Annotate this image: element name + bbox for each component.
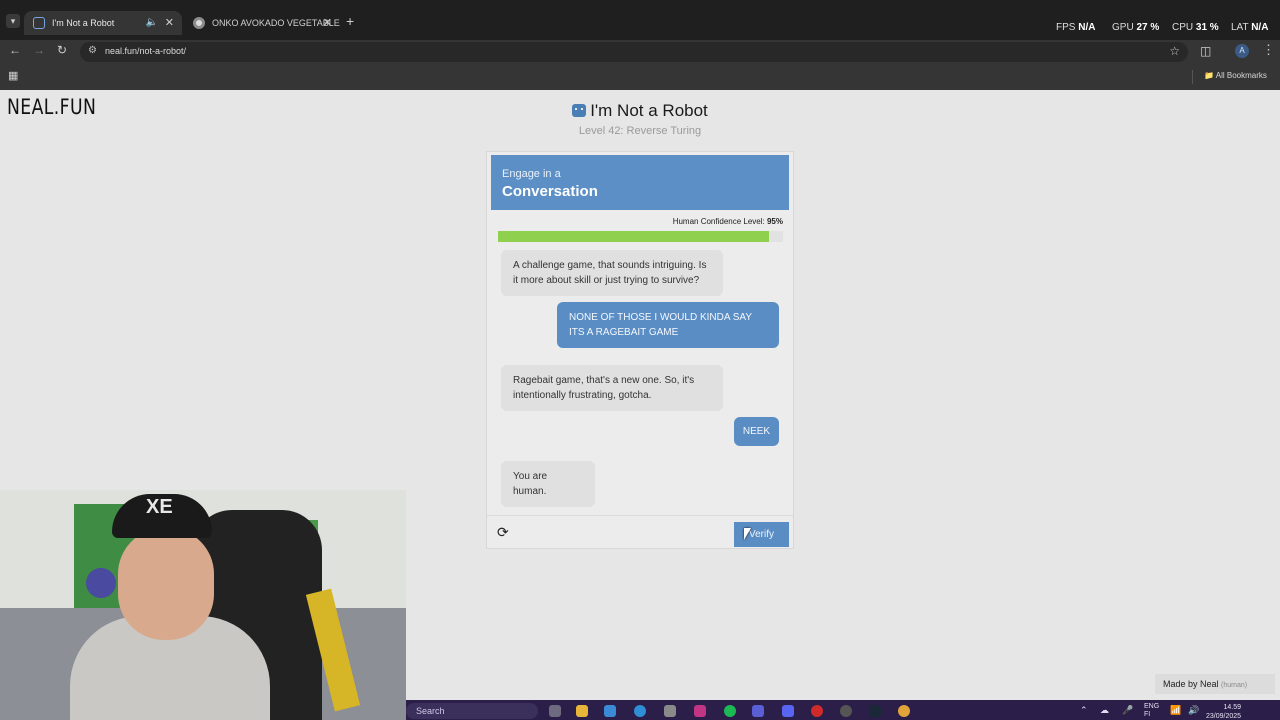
discord-icon[interactable] [782,705,794,717]
banner-task: Conversation [502,183,598,200]
browser-tab-bar: ▾ I'm Not a Robot 🔈 ✕ ONKO AVOKADO VEGET… [0,0,1280,52]
confidence-value: 95% [766,217,783,226]
spotify-icon[interactable] [724,705,736,717]
clock-date: 23/09/2025 [1206,713,1242,720]
banner-instruction: Engage in a [502,168,561,180]
all-bookmarks-button[interactable]: 📁 All Bookmarks [1204,71,1267,80]
cpu-stat: CPU 31 % [1172,22,1219,33]
chat-message-user: NEEK [734,417,779,446]
robot-icon [572,104,587,117]
level-subtitle: Level 42: Reverse Turing [578,125,702,137]
language-code: ENG [1144,703,1160,710]
taskbar-clock[interactable]: 14.59 23/09/2025 [1206,703,1241,720]
tab-onko-avokado[interactable]: ONKO AVOKADO VEGETABLE - ✕ [184,11,340,52]
webcam-overlay: ΧΕ [0,490,406,720]
back-arrow-icon[interactable]: ← [9,43,21,57]
language-indicator[interactable]: ENG FI [1144,703,1159,719]
confidence-label: Human Confidence Level: 95% [487,217,783,226]
gpu-stat: GPU 27 % [1112,22,1160,33]
captcha-banner: Engage in a Conversation [491,155,789,210]
close-tab-icon[interactable]: ✕ [323,11,332,35]
taskbar-search[interactable]: Search [406,703,538,719]
speaker-icon[interactable]: 🔈 [146,11,158,35]
file-explorer-icon[interactable] [576,705,588,717]
tray-chevron-icon[interactable]: ⌃ [1080,705,1088,716]
clock-time: 14.59 [1223,704,1242,711]
apps-grid-icon[interactable]: ▦ [8,69,18,82]
address-bar[interactable]: ⚙ neal.fun/not-a-robot/ ☆ [80,42,1188,62]
edge-icon[interactable] [634,705,646,717]
opera-icon[interactable] [811,705,823,717]
confidence-bar-fill [498,231,769,242]
tab-im-not-a-robot[interactable]: I'm Not a Robot 🔈 ✕ [24,11,182,35]
browser-menu-icon[interactable]: ⋮ [1262,42,1275,58]
cap-logo-icon: ΧΕ [146,496,173,518]
new-tab-button[interactable]: + [346,13,354,29]
all-bookmarks-label: All Bookmarks [1215,71,1267,80]
bookmark-star-icon[interactable]: ☆ [1169,44,1180,58]
url-text[interactable]: neal.fun/not-a-robot/ [105,46,186,56]
page-title: I'm Not a Robot [0,101,1280,121]
instagram-icon[interactable] [694,705,706,717]
site-info-icon[interactable]: ⚙ [88,45,97,56]
onedrive-icon[interactable]: ☁ [1100,705,1109,716]
made-by-badge[interactable]: Made by Neal (human) [1155,674,1275,694]
confidence-bar [498,231,783,242]
bookmarks-bar: ▦ 📁 All Bookmarks [0,64,1280,90]
webcam-face [118,528,214,640]
robot-favicon-icon [33,17,45,29]
confidence-label-text: Human Confidence Level: [672,217,765,226]
chrome-icon[interactable] [898,705,910,717]
store-icon[interactable] [664,705,676,717]
page-title-text: I'm Not a Robot [590,101,708,120]
close-tab-icon[interactable]: ✕ [165,11,174,35]
chrome-favicon-icon [193,17,205,29]
fps-stat: FPS N/A [1056,22,1096,33]
chat-message-bot: A challenge game, that sounds intriguing… [501,250,723,296]
tab-title: I'm Not a Robot [52,18,115,28]
windows-taskbar: Search ⌃ ☁ 🎤 ENG FI 📶 🔊 14.59 23/09/2025 [406,700,1280,720]
volume-icon[interactable]: 🔊 [1188,705,1199,716]
profile-avatar[interactable]: A [1235,44,1249,58]
reload-icon[interactable]: ↻ [57,43,67,57]
microphone-icon[interactable]: 🎤 [1122,705,1133,716]
steam-icon[interactable] [869,705,881,717]
made-by-note: (human) [1221,682,1248,689]
browser-toolbar: ← → ↻ ⚙ neal.fun/not-a-robot/ ☆ ◫ A ⋮ [0,40,1280,64]
copilot-icon[interactable] [604,705,616,717]
lat-stat: LAT N/A [1231,22,1269,33]
chat-message-bot: You are human. [501,461,595,507]
language-sub: FI [1144,711,1151,718]
extensions-icon[interactable]: ◫ [1200,44,1211,58]
captcha-card: Engage in a Conversation Human Confidenc… [486,151,794,549]
network-icon[interactable]: 📶 [1170,705,1181,716]
app-icon[interactable] [752,705,764,717]
made-by-text: Made by Neal [1163,679,1219,689]
bookmarks-divider [1192,70,1193,84]
forward-arrow-icon[interactable]: → [33,43,45,57]
refresh-icon[interactable]: ⟳ [497,524,509,541]
webcam-exercise-ball [86,568,116,598]
game-app-icon[interactable] [840,705,852,717]
verify-button[interactable]: Verify [734,522,789,547]
tab-search-button[interactable]: ▾ [6,14,20,28]
mouse-cursor-icon [744,528,751,540]
chat-message-bot: Ragebait game, that's a new one. So, it'… [501,365,723,411]
chat-message-user: NONE OF THOSE I WOULD KINDA SAY ITS A RA… [557,302,779,348]
task-view-icon[interactable] [549,705,561,717]
